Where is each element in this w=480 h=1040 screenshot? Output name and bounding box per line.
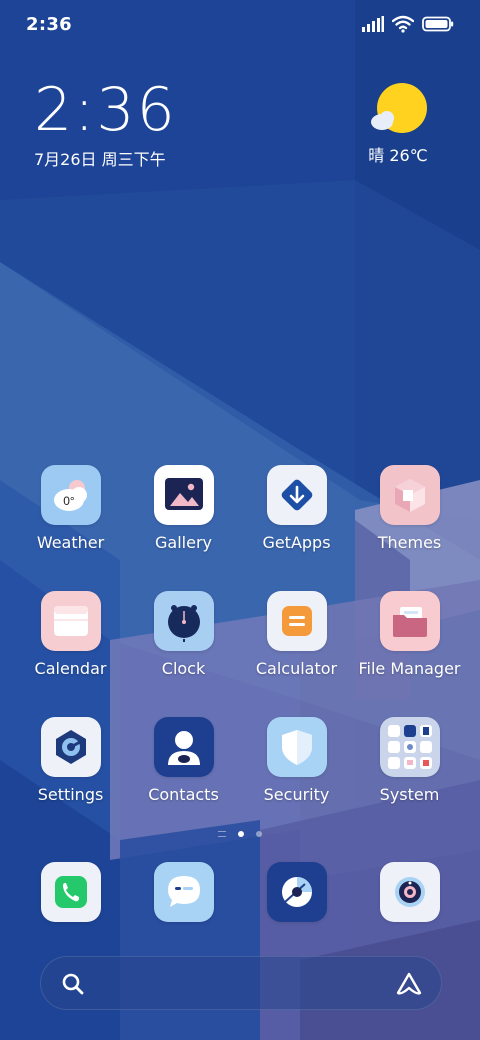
app-security[interactable]: Security — [240, 717, 353, 804]
app-label: Security — [263, 785, 330, 804]
clock-time: 2:36 — [34, 75, 177, 145]
app-gallery[interactable]: Gallery — [127, 465, 240, 552]
app-themes[interactable]: Themes — [353, 465, 466, 552]
app-label: Weather — [36, 533, 105, 552]
battery-icon — [422, 16, 454, 32]
wifi-icon — [392, 15, 414, 33]
app-calculator[interactable]: Calculator — [240, 591, 353, 678]
status-bar: 2:36 — [0, 0, 480, 52]
page-dot — [256, 831, 262, 837]
app-calendar[interactable]: Calendar — [14, 591, 127, 678]
app-contacts[interactable]: Contacts — [127, 717, 240, 804]
calculator-icon — [266, 591, 327, 651]
app-label: Themes — [377, 533, 442, 552]
app-label: GetApps — [262, 533, 331, 552]
weather-icon: 0° — [40, 465, 101, 525]
clock-date: 7月26日 周三下午 — [34, 150, 166, 169]
app-label: Calendar — [34, 659, 107, 678]
messages-icon — [153, 862, 214, 922]
app-label: Contacts — [148, 785, 219, 804]
app-settings[interactable]: Settings — [14, 717, 127, 804]
app-label: File Manager — [358, 659, 461, 678]
file-manager-icon — [379, 591, 440, 651]
search-bar[interactable] — [40, 956, 442, 1010]
page-indicator[interactable] — [0, 831, 480, 837]
phone-icon — [40, 862, 101, 922]
app-system-folder[interactable]: System — [353, 717, 466, 804]
app-grid: 0° Weather Gallery GetApps Themes Calend… — [14, 465, 466, 804]
sunny-cloud-icon — [371, 83, 427, 133]
security-icon — [266, 717, 327, 777]
contacts-icon — [153, 717, 214, 777]
app-label: System — [379, 785, 440, 804]
dock — [14, 862, 466, 922]
app-label: Settings — [37, 785, 104, 804]
camera-icon — [379, 862, 440, 922]
gallery-icon — [153, 465, 214, 525]
clock-widget[interactable]: 2:36 7月26日 周三下午 — [34, 78, 177, 170]
dock-browser[interactable] — [240, 862, 353, 922]
app-getapps[interactable]: GetApps — [240, 465, 353, 552]
status-icons — [362, 15, 454, 33]
app-label: Clock — [161, 659, 206, 678]
themes-icon — [379, 465, 440, 525]
assistant-icon[interactable] — [395, 971, 423, 997]
weather-widget[interactable]: 晴 26℃ — [350, 82, 446, 166]
feed-indicator-icon — [218, 831, 226, 837]
app-clock[interactable]: Clock — [127, 591, 240, 678]
calendar-icon — [40, 591, 101, 651]
app-weather[interactable]: 0° Weather — [14, 465, 127, 552]
app-file-manager[interactable]: File Manager — [353, 591, 466, 678]
dock-phone[interactable] — [14, 862, 127, 922]
browser-icon — [266, 862, 327, 922]
weather-text: 晴 26℃ — [368, 146, 428, 165]
signal-icon — [362, 16, 384, 32]
getapps-icon — [266, 465, 327, 525]
app-label: Gallery — [155, 533, 212, 552]
dock-messages[interactable] — [127, 862, 240, 922]
page-dot-active — [238, 831, 244, 837]
dock-camera[interactable] — [353, 862, 466, 922]
clock-icon — [153, 591, 214, 651]
folder-icon — [379, 717, 440, 777]
weather-icon-temp: 0° — [63, 494, 75, 508]
app-label: Calculator — [255, 659, 338, 678]
status-time: 2:36 — [26, 14, 72, 35]
settings-icon — [40, 717, 101, 777]
search-icon — [62, 973, 84, 995]
